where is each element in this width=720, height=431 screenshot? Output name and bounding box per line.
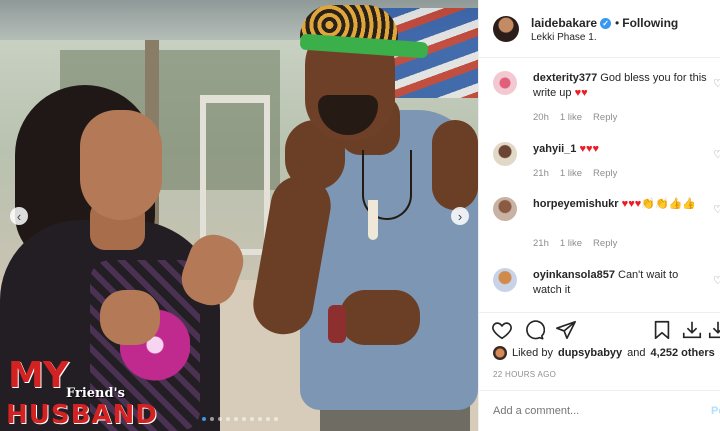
comment-reply-button[interactable]: Reply <box>593 112 617 123</box>
commenter-username[interactable]: horpeyemishukr <box>533 198 619 210</box>
post-photo[interactable]: MY Friend's HUSBAND ‹ › <box>0 0 478 431</box>
verified-badge-icon: ✓ <box>600 17 612 29</box>
movie-title-husband: HUSBAND <box>6 400 158 430</box>
liked-by-line: Liked by dupsybabyy and 4,252 others <box>493 346 715 360</box>
comment-emoji: ♥♥♥ <box>579 143 600 155</box>
chevron-right-icon: › <box>457 208 463 224</box>
comment-meta: 21h 1 like Reply <box>533 238 617 249</box>
post-timestamp[interactable]: 22 HOURS AGO <box>493 370 556 379</box>
comment-likes[interactable]: 1 like <box>560 168 582 179</box>
comment-emoji: ♥♥♥👏👏👍👍 <box>621 198 697 210</box>
heart-icon[interactable]: ♡ <box>713 148 720 161</box>
commenter-avatar[interactable] <box>493 197 517 221</box>
commenter-username[interactable]: dexterity377 <box>533 72 597 84</box>
background-shelf <box>200 95 270 255</box>
heart-icon[interactable]: ♡ <box>713 203 720 216</box>
following-button[interactable]: Following <box>622 16 678 30</box>
comment-likes[interactable]: 1 like <box>560 238 582 249</box>
carousel-dot <box>218 417 222 421</box>
like-heart-icon[interactable] <box>491 319 513 341</box>
author-line: laidebakare ✓ • Following <box>531 16 678 30</box>
liked-by-connector: and <box>627 347 646 359</box>
post-location[interactable]: Lekki Phase 1. <box>531 32 597 43</box>
comment-body: horpeyemishukr ♥♥♥👏👏👍👍 <box>533 197 709 212</box>
comment-bubble-icon[interactable] <box>523 319 545 341</box>
carousel-dot <box>242 417 246 421</box>
movie-title-my: MY <box>8 355 69 396</box>
comment-meta: 21h 1 like Reply <box>533 168 617 179</box>
carousel-next-button[interactable]: › <box>451 207 469 225</box>
comment-likes[interactable]: 1 like <box>560 112 582 123</box>
comment-body: dexterity377 God bless you for this writ… <box>533 71 709 101</box>
comment-body: yahyii_1 ♥♥♥ <box>533 142 709 157</box>
carousel-dot <box>202 417 206 421</box>
author-username[interactable]: laidebakare <box>531 16 597 30</box>
comment-time[interactable]: 20h <box>533 112 549 123</box>
commenter-avatar[interactable] <box>493 142 517 166</box>
comment-body: oyinkansola857 Can't wait to watch it <box>533 268 709 298</box>
man-hand <box>340 290 420 345</box>
carousel-dot <box>210 417 214 421</box>
carousel-dot <box>266 417 270 421</box>
carousel-indicator <box>202 417 278 421</box>
post-comment-button[interactable]: Post <box>711 405 720 417</box>
share-send-icon[interactable] <box>555 319 577 341</box>
likes-count[interactable]: 4,252 others <box>651 347 715 359</box>
download-icon[interactable] <box>681 319 703 341</box>
add-comment-bar: Post <box>479 390 720 431</box>
man-right-shoulder <box>432 120 478 210</box>
man-tooth-pendant <box>368 200 378 240</box>
comment-reply-button[interactable]: Reply <box>593 238 617 249</box>
commenter-avatar[interactable] <box>493 268 517 292</box>
download-alt-icon[interactable] <box>707 319 720 341</box>
carousel-dot <box>234 417 238 421</box>
post-side-panel: laidebakare ✓ • Following Lekki Phase 1.… <box>478 0 720 431</box>
header-separator: • <box>615 16 620 30</box>
comments-list[interactable]: dexterity377 God bless you for this writ… <box>479 58 720 310</box>
add-comment-input[interactable] <box>493 405 683 417</box>
liker-avatar[interactable] <box>493 346 507 360</box>
heart-icon[interactable]: ♡ <box>713 77 720 90</box>
liked-by-prefix: Liked by <box>512 347 553 359</box>
comment-meta: 20h 1 like Reply <box>533 112 617 123</box>
carousel-dot <box>258 417 262 421</box>
carousel-prev-button[interactable]: ‹ <box>10 207 28 225</box>
comment-reply-button[interactable]: Reply <box>593 168 617 179</box>
woman-face <box>80 110 162 220</box>
carousel-dot <box>226 417 230 421</box>
post-action-bar <box>479 312 720 342</box>
carousel-dot <box>274 417 278 421</box>
heart-icon[interactable]: ♡ <box>713 274 720 287</box>
liker-username[interactable]: dupsybabyy <box>558 347 622 359</box>
commenter-username[interactable]: oyinkansola857 <box>533 269 615 281</box>
comment-time[interactable]: 21h <box>533 168 549 179</box>
comment-emoji: ♥♥ <box>574 87 588 99</box>
comment-time[interactable]: 21h <box>533 238 549 249</box>
man-wristband <box>328 305 346 343</box>
carousel-dot <box>250 417 254 421</box>
author-avatar[interactable] <box>493 16 519 42</box>
commenter-username[interactable]: yahyii_1 <box>533 143 576 155</box>
post-header: laidebakare ✓ • Following Lekki Phase 1. <box>479 0 720 58</box>
movie-title-friends: Friend's <box>66 386 125 401</box>
chevron-left-icon: ‹ <box>16 208 22 224</box>
commenter-avatar[interactable] <box>493 71 517 95</box>
bookmark-icon[interactable] <box>651 319 673 341</box>
woman-hand <box>100 290 160 345</box>
